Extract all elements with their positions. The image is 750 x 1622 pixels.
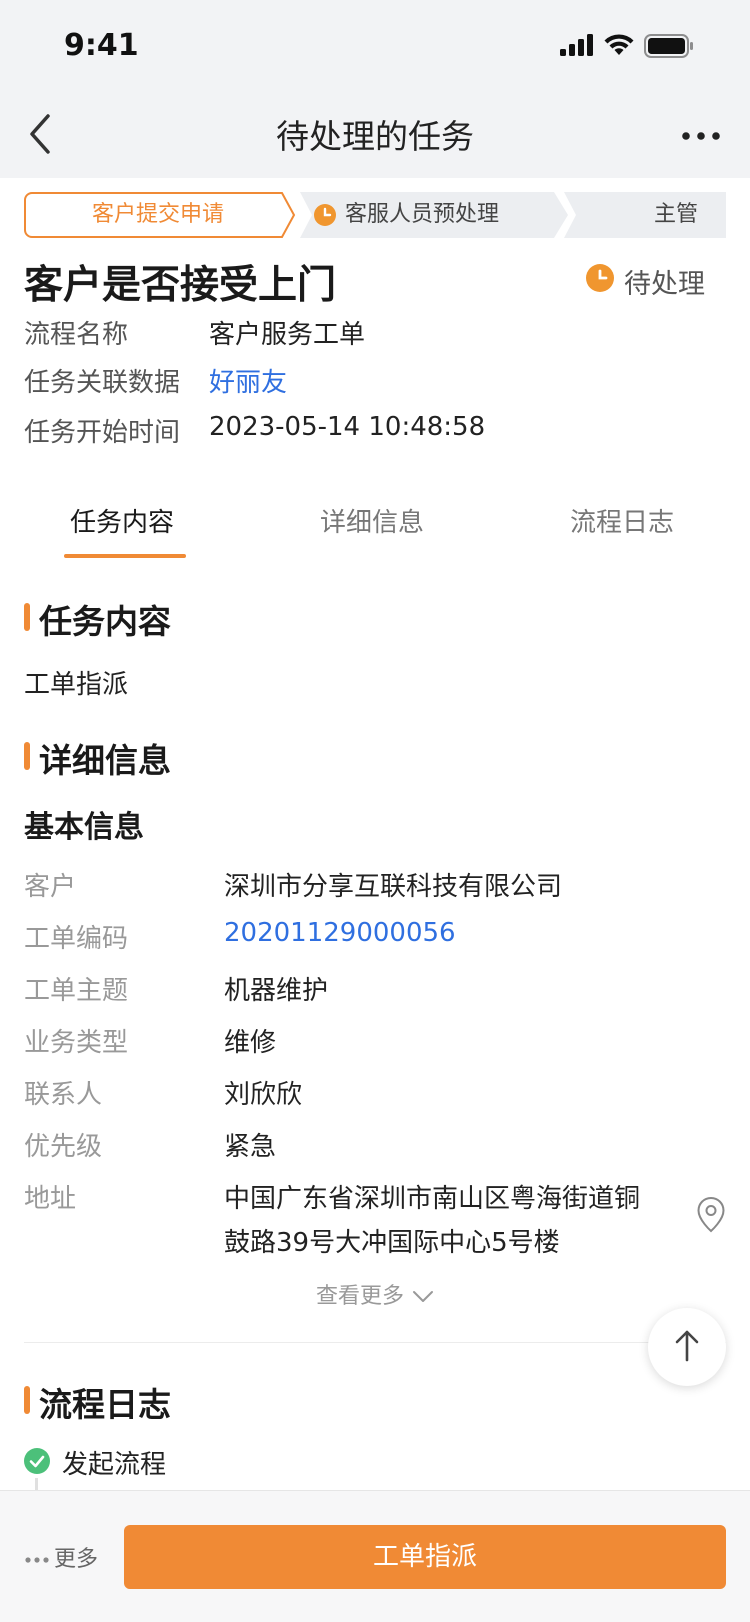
detail-value: 深圳市分享互联科技有限公司 bbox=[224, 872, 563, 902]
step-preprocess[interactable]: 客服人员预处理 bbox=[300, 192, 570, 238]
bottom-action-bar: 更多 工单指派 bbox=[0, 1490, 750, 1622]
section-title: 详细信息 bbox=[39, 741, 171, 780]
location-pin-icon[interactable] bbox=[696, 1196, 726, 1234]
section-title: 任务内容 bbox=[39, 602, 171, 641]
divider bbox=[24, 1342, 726, 1343]
step-label: 主管 bbox=[654, 202, 699, 227]
detail-label: 业务类型 bbox=[24, 1028, 129, 1058]
basic-info-heading: 基本信息 bbox=[24, 810, 144, 845]
battery-icon bbox=[644, 34, 693, 58]
timeline-line bbox=[35, 1478, 38, 1490]
detail-value: 维修 bbox=[224, 1028, 277, 1058]
section-marker bbox=[24, 742, 30, 770]
step-supervisor[interactable]: 主管 bbox=[564, 192, 726, 238]
tab-details[interactable]: 详细信息 bbox=[320, 502, 424, 539]
address-line-1: 中国广东省深圳市南山区粤海街道铜 bbox=[224, 1184, 641, 1214]
more-icon[interactable] bbox=[676, 116, 726, 156]
clock-icon bbox=[586, 264, 614, 292]
status-text: 待处理 bbox=[624, 269, 705, 300]
nav-bar: 待处理的任务 bbox=[0, 92, 750, 178]
info-value: 2023-05-14 10:48:58 bbox=[209, 412, 486, 442]
detail-label: 客户 bbox=[24, 872, 77, 902]
address-line-2: 鼓路39号大冲国际中心5号楼 bbox=[224, 1228, 560, 1258]
log-item: 发起流程 bbox=[24, 1444, 224, 1480]
tab-process-log[interactable]: 流程日志 bbox=[570, 502, 674, 539]
tab-task-content[interactable]: 任务内容 bbox=[70, 502, 174, 539]
info-label: 任务开始时间 bbox=[24, 418, 181, 448]
tab-underline bbox=[64, 554, 186, 558]
detail-value: 机器维护 bbox=[224, 976, 329, 1006]
assign-order-button[interactable]: 工单指派 bbox=[124, 1525, 726, 1589]
detail-label: 工单编码 bbox=[24, 924, 129, 954]
info-label: 任务关联数据 bbox=[24, 368, 181, 398]
detail-label: 地址 bbox=[24, 1184, 77, 1214]
log-item-label: 发起流程 bbox=[62, 1450, 167, 1480]
see-more-button[interactable]: 查看更多 bbox=[0, 1278, 750, 1310]
detail-label: 联系人 bbox=[24, 1080, 103, 1110]
section-marker bbox=[24, 603, 30, 631]
detail-value: 刘欣欣 bbox=[224, 1080, 303, 1110]
signal-icon bbox=[560, 34, 593, 56]
more-dots-icon bbox=[25, 1557, 49, 1563]
task-content-text: 工单指派 bbox=[24, 670, 129, 700]
step-label: 客服人员预处理 bbox=[345, 202, 500, 227]
scroll-to-top-button[interactable] bbox=[648, 1308, 726, 1386]
check-circle-icon bbox=[24, 1448, 50, 1474]
bottom-more-label: 更多 bbox=[54, 1547, 99, 1572]
section-title: 流程日志 bbox=[39, 1385, 171, 1424]
detail-label: 优先级 bbox=[24, 1132, 103, 1162]
wifi-icon bbox=[604, 34, 634, 55]
detail-value: 紧急 bbox=[224, 1132, 277, 1162]
see-more-label: 查看更多 bbox=[315, 1284, 404, 1309]
task-title: 客户是否接受上门 bbox=[24, 263, 337, 308]
status-badge: 待处理 bbox=[586, 262, 726, 300]
info-label: 流程名称 bbox=[24, 320, 129, 350]
status-bar: 9:41 bbox=[0, 0, 750, 92]
status-time: 9:41 bbox=[64, 28, 139, 63]
tab-bar: 任务内容 详细信息 流程日志 bbox=[0, 490, 750, 562]
section-marker bbox=[24, 1386, 30, 1414]
step-submit[interactable]: 客户提交申请 bbox=[24, 192, 296, 238]
arrow-up-icon bbox=[675, 1330, 699, 1362]
order-code-link[interactable]: 20201129000056 bbox=[224, 918, 456, 948]
clock-icon bbox=[314, 204, 336, 226]
detail-label: 工单主题 bbox=[24, 976, 129, 1006]
chevron-down-icon bbox=[413, 1291, 433, 1302]
info-value: 客户服务工单 bbox=[209, 320, 366, 350]
step-label: 客户提交申请 bbox=[92, 202, 225, 227]
process-steps: 客户提交申请 客服人员预处理 主管 bbox=[24, 192, 726, 238]
bottom-more-button[interactable]: 更多 bbox=[24, 1541, 98, 1573]
related-data-link[interactable]: 好丽友 bbox=[209, 362, 287, 399]
page-title: 待处理的任务 bbox=[276, 117, 474, 156]
detail-row-address: 地址 中国广东省深圳市南山区粤海街道铜 鼓路39号大冲国际中心5号楼 bbox=[24, 1178, 726, 1258]
